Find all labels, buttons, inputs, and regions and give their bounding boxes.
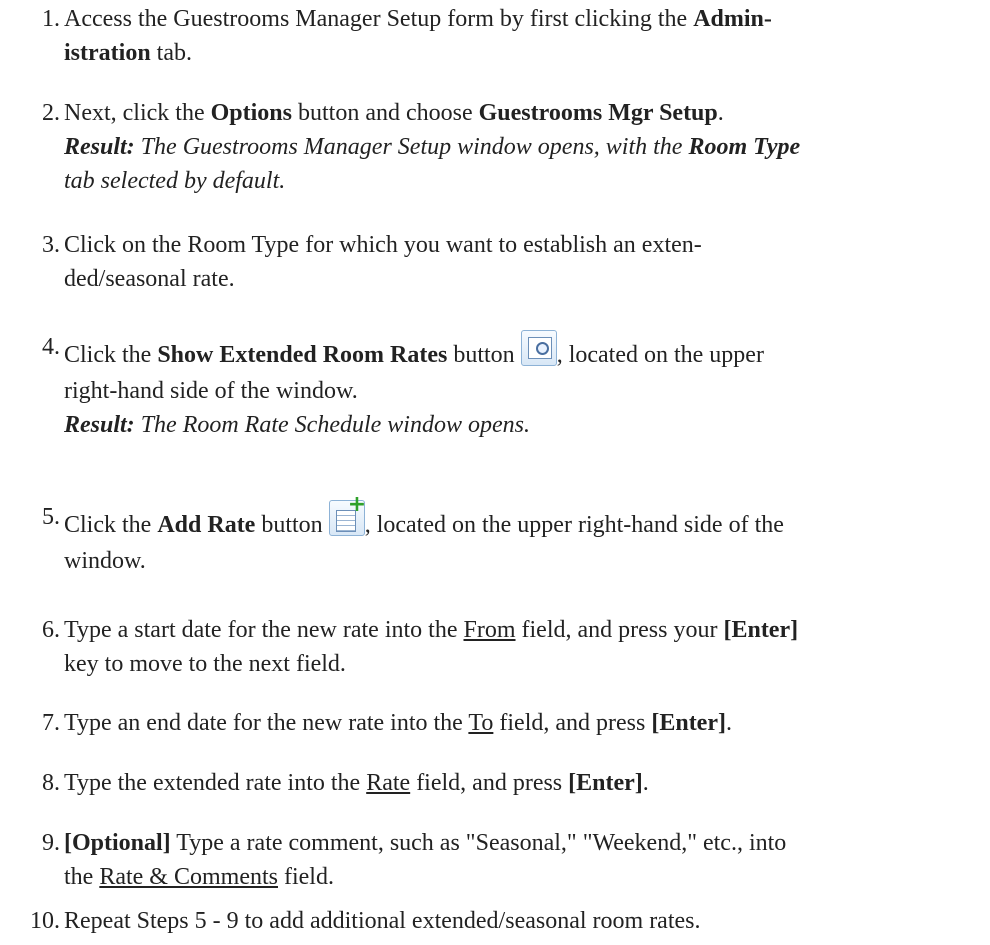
result-note: Result: The Room Rate Schedule window op… [64, 412, 530, 438]
field-name-rate: Rate [366, 770, 411, 796]
field-name-rate-comments: Rate & Comments [99, 864, 278, 890]
step-number: 1. [42, 6, 60, 32]
step-number: 10. [30, 908, 60, 934]
step-text: Type a start date for the new rate into … [64, 617, 799, 677]
step-number: 2. [42, 100, 60, 126]
step-text: Click the Show Extended Room Rates butto… [64, 330, 974, 442]
step-text: Click on the Room Type for which you wan… [64, 232, 702, 292]
step-text: Type the extended rate into the Rate fie… [64, 770, 649, 796]
step-number: 3. [42, 232, 60, 258]
step-text: Access the Guestrooms Manager Setup form… [64, 6, 772, 66]
step-number: 8. [42, 770, 60, 796]
add-rate-icon [328, 497, 365, 536]
field-name-from: From [463, 617, 516, 643]
step-number: 4. [42, 334, 60, 360]
step-number: 9. [42, 830, 60, 856]
step-number: 6. [42, 617, 60, 643]
step-number: 5. [42, 504, 60, 530]
step-text: Click the Add Rate button , located on t… [64, 497, 974, 578]
result-note: Result: The Guestrooms Manager Setup win… [64, 134, 801, 160]
step-number: 7. [42, 710, 60, 736]
show-extended-room-rates-icon [520, 330, 557, 366]
step-text: Next, click the Options button and choos… [64, 96, 974, 198]
step-text: Repeat Steps 5 - 9 to add additional ext… [64, 908, 701, 934]
step-text: [Optional] Type a rate comment, such as … [64, 830, 787, 890]
field-name-to: To [468, 710, 494, 736]
step-text: Type an end date for the new rate into t… [64, 710, 732, 736]
